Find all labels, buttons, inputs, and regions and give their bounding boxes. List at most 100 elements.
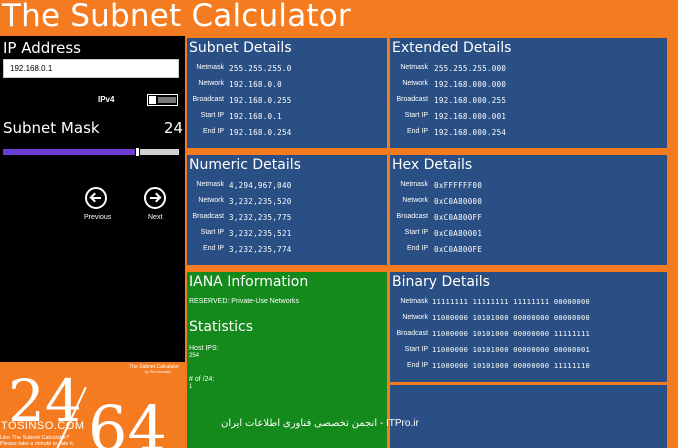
- extended-details-tile: Extended Details Netmask 255.255.255.000…: [390, 38, 667, 148]
- watermark-middle: انجمن تخصصی فناوری اطلاعات ایران - ITPro…: [221, 418, 419, 429]
- table-row: Network 192.168.000.000: [390, 80, 667, 94]
- iana-information-title: IANA Information: [189, 274, 309, 290]
- binary-details-title: Binary Details: [392, 274, 490, 290]
- table-row: End IP 192.168.0.254: [187, 128, 387, 142]
- row-value: 0xC0A800FF: [434, 213, 483, 222]
- hex-details-tile: Hex Details Netmask 0xFFFFFF00 Network 0…: [390, 155, 667, 265]
- row-label: End IP: [202, 245, 224, 252]
- slider-fill: [3, 149, 135, 155]
- table-row: Netmask 11111111 11111111 11111111 00000…: [390, 298, 667, 312]
- splash-subtitle: by The Innovator: [144, 370, 171, 374]
- row-value: 11000000 10101000 00000000 00000001: [432, 346, 591, 354]
- extended-details-title: Extended Details: [392, 40, 512, 56]
- subnet-details-title: Subnet Details: [189, 40, 292, 56]
- splash-review-text: Like The Subnet Calculator? Please take …: [0, 435, 74, 447]
- host-ips-label: Host IPS:: [189, 345, 219, 352]
- table-row: Start IP 0xC0A80001: [390, 229, 667, 243]
- row-label: End IP: [406, 245, 428, 252]
- row-label: Start IP: [200, 112, 224, 119]
- row-label: Netmask: [400, 64, 428, 71]
- row-value: 11000000 10101000 00000000 11111110: [432, 362, 591, 370]
- watermark-left: TOSINSO.COM: [1, 420, 85, 432]
- iana-info-text: RESERVED: Private-Use Networks: [189, 298, 299, 305]
- table-row: End IP 192.168.000.254: [390, 128, 667, 142]
- row-value: 11000000 10101000 00000000 11111111: [432, 330, 591, 338]
- row-value: 192.168.0.255: [229, 96, 292, 105]
- next-label: Next: [148, 214, 163, 221]
- app-title: The Subnet Calculator: [2, 0, 351, 34]
- splash-review-line2: Please take a minute to rate it.: [0, 441, 75, 448]
- hex-details-title: Hex Details: [392, 157, 473, 173]
- row-label: Broadcast: [396, 96, 428, 103]
- table-row: Network 192.168.0.0: [187, 80, 387, 94]
- previous-button[interactable]: [85, 187, 107, 209]
- row-value: 192.168.000.254: [434, 128, 507, 137]
- previous-label: Previous: [84, 214, 112, 221]
- table-row: Start IP 192.168.0.1: [187, 112, 387, 126]
- input-panel: IP Address 192.168.0.1 IPv4 Subnet Mask …: [0, 36, 185, 362]
- subnet-details-tile: Subnet Details Netmask 255.255.255.0 Net…: [187, 38, 387, 148]
- row-label: Broadcast: [192, 213, 224, 220]
- table-row: Broadcast 3,232,235,775: [187, 213, 387, 227]
- next-button[interactable]: [144, 187, 166, 209]
- table-row: Broadcast 11000000 10101000 00000000 111…: [390, 330, 667, 344]
- row-label: Broadcast: [192, 96, 224, 103]
- table-row: Netmask 0xFFFFFF00: [390, 181, 667, 195]
- row-value: 11000000 10101000 00000000 00000000: [432, 314, 591, 322]
- table-row: End IP 11000000 10101000 00000000 111111…: [390, 362, 667, 376]
- subnet-count-label: # of /24:: [189, 376, 215, 383]
- subnet-mask-label: Subnet Mask: [3, 119, 100, 137]
- row-value: 4,294,967,040: [229, 181, 292, 190]
- table-row: Netmask 4,294,967,040: [187, 181, 387, 195]
- row-value: 3,232,235,774: [229, 245, 292, 254]
- table-row: Network 11000000 10101000 00000000 00000…: [390, 314, 667, 328]
- row-value: 3,232,235,520: [229, 197, 292, 206]
- row-label: Network: [198, 197, 224, 204]
- host-ips-value: 254: [189, 353, 200, 359]
- ipv4-label: IPv4: [98, 95, 115, 104]
- table-row: Start IP 192.168.000.001: [390, 112, 667, 126]
- row-value: 11111111 11111111 11111111 00000000: [432, 298, 591, 306]
- subnet-mask-value: 24: [163, 119, 183, 137]
- ip-address-input[interactable]: 192.168.0.1: [3, 59, 179, 78]
- row-value: 192.168.0.0: [229, 80, 282, 89]
- row-value: 3,232,235,775: [229, 213, 292, 222]
- row-value: 192.168.000.255: [434, 96, 507, 105]
- row-label: Netmask: [196, 181, 224, 188]
- row-value: 255.255.255.000: [434, 64, 507, 73]
- row-value: 192.168.000.001: [434, 112, 507, 121]
- row-value: 192.168.000.000: [434, 80, 507, 89]
- ip-address-label: IP Address: [3, 39, 81, 57]
- row-label: Broadcast: [396, 330, 428, 337]
- row-value: 192.168.0.1: [229, 112, 282, 121]
- table-row: Network 0xC0A80000: [390, 197, 667, 211]
- row-label: End IP: [406, 362, 428, 369]
- row-label: Start IP: [200, 229, 224, 236]
- row-label: Network: [198, 80, 224, 87]
- numeric-details-tile: Numeric Details Netmask 4,294,967,040 Ne…: [187, 155, 387, 265]
- row-label: Network: [402, 80, 428, 87]
- bottom-right-tile: [390, 385, 667, 448]
- table-row: Netmask 255.255.255.0: [187, 64, 387, 78]
- row-label: Start IP: [404, 229, 428, 236]
- row-label: Start IP: [404, 112, 428, 119]
- row-label: Network: [402, 314, 428, 321]
- row-label: Start IP: [404, 346, 428, 353]
- row-value: 255.255.255.0: [229, 64, 292, 73]
- row-label: Broadcast: [396, 213, 428, 220]
- table-row: Start IP 11000000 10101000 00000000 0000…: [390, 346, 667, 360]
- splash-preview: The Subnet Calculator by The Innovator 2…: [0, 362, 185, 448]
- row-label: End IP: [406, 128, 428, 135]
- table-row: Broadcast 0xC0A800FF: [390, 213, 667, 227]
- title-bar: The Subnet Calculator: [0, 0, 678, 36]
- binary-details-tile: Binary Details Netmask 11111111 11111111…: [390, 272, 667, 382]
- toggle-track: [158, 97, 176, 103]
- slider-thumb[interactable]: [135, 147, 140, 157]
- row-value: 0xC0A80001: [434, 229, 483, 238]
- ipv4-toggle[interactable]: [147, 94, 178, 106]
- statistics-title: Statistics: [189, 319, 253, 335]
- subnet-mask-slider[interactable]: [3, 147, 179, 157]
- table-row: Netmask 255.255.255.000: [390, 64, 667, 78]
- numeric-details-title: Numeric Details: [189, 157, 301, 173]
- table-row: Broadcast 192.168.000.255: [390, 96, 667, 110]
